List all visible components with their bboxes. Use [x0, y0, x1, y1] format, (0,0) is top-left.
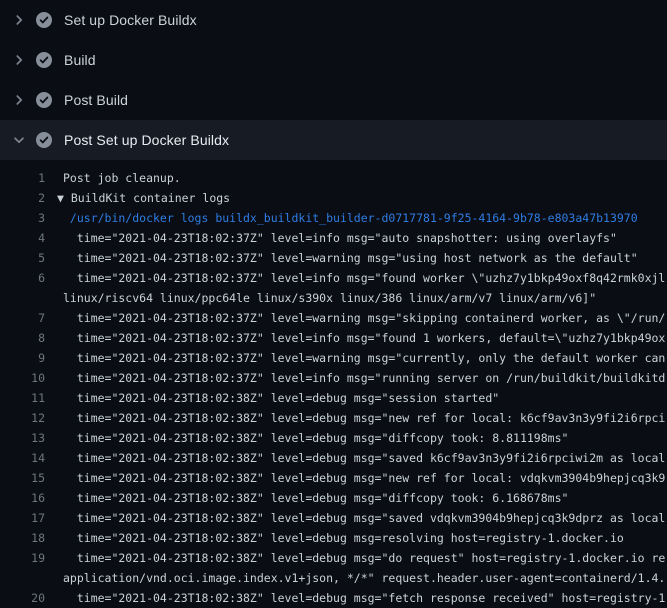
log-line-text: Post job cleanup. — [63, 168, 181, 188]
log-group-toggle[interactable]: ▼ BuildKit container logs — [57, 188, 230, 208]
step-label: Set up Docker Buildx — [64, 12, 197, 28]
log-line: 6 time="2021-04-23T18:02:37Z" level=info… — [0, 268, 667, 288]
step-row-set-up-docker-buildx[interactable]: Set up Docker Buildx — [0, 0, 667, 40]
log-line: 9 time="2021-04-23T18:02:37Z" level=warn… — [0, 348, 667, 368]
log-line-number[interactable]: 15 — [0, 468, 45, 488]
log-line-text: time="2021-04-23T18:02:38Z" level=debug … — [63, 408, 665, 428]
log-line-text: time="2021-04-23T18:02:37Z" level=warnin… — [63, 308, 665, 328]
log-line: 3 /usr/bin/docker logs buildx_buildkit_b… — [0, 208, 667, 228]
log-line: 19 time="2021-04-23T18:02:38Z" level=deb… — [0, 548, 667, 568]
log-line-text: time="2021-04-23T18:02:38Z" level=debug … — [63, 508, 665, 528]
chevron-right-icon — [12, 53, 26, 67]
log-line-text: time="2021-04-23T18:02:37Z" level=warnin… — [63, 348, 665, 368]
log-line: linux/riscv64 linux/ppc64le linux/s390x … — [0, 288, 667, 308]
log-line-text: time="2021-04-23T18:02:38Z" level=debug … — [63, 468, 665, 488]
log-line-number[interactable]: 5 — [0, 248, 45, 268]
log-line-number[interactable]: 2 — [0, 188, 45, 208]
log-line-number[interactable]: 17 — [0, 508, 45, 528]
log-line-number[interactable]: 6 — [0, 268, 45, 288]
log-line-number — [0, 568, 45, 588]
log-line-number[interactable]: 19 — [0, 548, 45, 568]
check-circle-icon — [36, 92, 52, 108]
log-line-text: linux/riscv64 linux/ppc64le linux/s390x … — [63, 288, 596, 308]
log-line: 17 time="2021-04-23T18:02:38Z" level=deb… — [0, 508, 667, 528]
step-label: Post Set up Docker Buildx — [64, 132, 229, 148]
log-line: 14 time="2021-04-23T18:02:38Z" level=deb… — [0, 448, 667, 468]
log-line-text: time="2021-04-23T18:02:37Z" level=warnin… — [63, 248, 638, 268]
log-line: 2 ▼ BuildKit container logs — [0, 188, 667, 208]
log-line-number[interactable]: 10 — [0, 368, 45, 388]
check-circle-icon — [36, 132, 52, 148]
log-line: 18 time="2021-04-23T18:02:38Z" level=deb… — [0, 528, 667, 548]
log-line-number[interactable]: 12 — [0, 408, 45, 428]
log-line-number[interactable]: 4 — [0, 228, 45, 248]
log-line: application/vnd.oci.image.index.v1+json,… — [0, 568, 667, 588]
log-line: 7 time="2021-04-23T18:02:37Z" level=warn… — [0, 308, 667, 328]
log-line: 15 time="2021-04-23T18:02:38Z" level=deb… — [0, 468, 667, 488]
log-line-text: time="2021-04-23T18:02:37Z" level=info m… — [63, 268, 667, 288]
log-line-number[interactable]: 18 — [0, 528, 45, 548]
check-circle-icon — [36, 52, 52, 68]
log-line-number[interactable]: 7 — [0, 308, 45, 328]
log-line-number[interactable]: 13 — [0, 428, 45, 448]
chevron-down-icon — [12, 133, 26, 147]
log-line: 5 time="2021-04-23T18:02:37Z" level=warn… — [0, 248, 667, 268]
log-line-text: time="2021-04-23T18:02:37Z" level=info m… — [63, 368, 665, 388]
log-line-text: time="2021-04-23T18:02:38Z" level=debug … — [63, 448, 665, 468]
log-line-text: application/vnd.oci.image.index.v1+json,… — [63, 568, 665, 588]
log-line: 12 time="2021-04-23T18:02:38Z" level=deb… — [0, 408, 667, 428]
chevron-right-icon — [12, 93, 26, 107]
log-line-text: time="2021-04-23T18:02:38Z" level=debug … — [63, 428, 568, 448]
log-line-text: time="2021-04-23T18:02:37Z" level=info m… — [63, 328, 665, 348]
chevron-right-icon — [12, 13, 26, 27]
step-label: Post Build — [64, 92, 128, 108]
log-line: 8 time="2021-04-23T18:02:37Z" level=info… — [0, 328, 667, 348]
log-line: 16 time="2021-04-23T18:02:38Z" level=deb… — [0, 488, 667, 508]
log-line-number[interactable]: 20 — [0, 588, 45, 608]
log-line-number[interactable]: 3 — [0, 208, 45, 228]
step-row-post-set-up-docker-buildx[interactable]: Post Set up Docker Buildx — [0, 120, 667, 160]
log-line-number[interactable]: 9 — [0, 348, 45, 368]
log-line-number[interactable]: 8 — [0, 328, 45, 348]
log-command-text: /usr/bin/docker logs buildx_buildkit_bui… — [63, 208, 638, 228]
step-label: Build — [64, 52, 96, 68]
log-line: 11 time="2021-04-23T18:02:38Z" level=deb… — [0, 388, 667, 408]
log-line: 13 time="2021-04-23T18:02:38Z" level=deb… — [0, 428, 667, 448]
log-line-text: time="2021-04-23T18:02:38Z" level=debug … — [63, 388, 499, 408]
log-line: 1 Post job cleanup. — [0, 168, 667, 188]
step-list: Set up Docker Buildx Build Post Build Post … — [0, 0, 667, 160]
log-line-number — [0, 288, 45, 308]
log-line-text: time="2021-04-23T18:02:38Z" level=debug … — [63, 488, 568, 508]
log-line: 20 time="2021-04-23T18:02:38Z" level=deb… — [0, 588, 667, 608]
log-line-number[interactable]: 1 — [0, 168, 45, 188]
step-row-post-build[interactable]: Post Build — [0, 80, 667, 120]
log-line-number[interactable]: 14 — [0, 448, 45, 468]
log-line-text: time="2021-04-23T18:02:37Z" level=info m… — [63, 228, 617, 248]
log-line-number[interactable]: 11 — [0, 388, 45, 408]
check-circle-icon — [36, 12, 52, 28]
log-line-text: time="2021-04-23T18:02:38Z" level=debug … — [63, 588, 665, 608]
log-line: 10 time="2021-04-23T18:02:37Z" level=inf… — [0, 368, 667, 388]
log-line: 4 time="2021-04-23T18:02:37Z" level=info… — [0, 228, 667, 248]
log-viewer: 1 Post job cleanup. 2 ▼ BuildKit container … — [0, 160, 667, 608]
log-line-text: time="2021-04-23T18:02:38Z" level=debug … — [63, 528, 624, 548]
step-row-build[interactable]: Build — [0, 40, 667, 80]
log-line-number[interactable]: 16 — [0, 488, 45, 508]
log-line-text: time="2021-04-23T18:02:38Z" level=debug … — [63, 548, 665, 568]
